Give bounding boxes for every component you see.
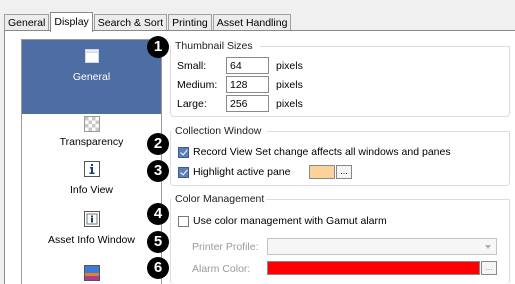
record-view-label: Record View Set change affects all windo…	[193, 146, 451, 158]
large-size-input[interactable]	[226, 95, 269, 112]
sidebar-item-general[interactable]: General	[22, 40, 161, 114]
chevron-down-icon	[485, 245, 491, 249]
highlight-label: Highlight active pane	[193, 166, 291, 178]
medium-unit: pixels	[276, 79, 303, 91]
tab-asset-handling[interactable]: Asset Handling	[212, 14, 292, 31]
tab-display[interactable]: Display	[50, 12, 93, 32]
alarm-color-button[interactable]: ...	[481, 261, 497, 275]
record-view-row[interactable]: Record View Set change affects all windo…	[178, 146, 451, 158]
callout-badge: 1	[147, 36, 169, 58]
callout-badge: 3	[147, 160, 169, 182]
tab-printing[interactable]: Printing	[168, 14, 212, 31]
sidebar-item-asset-info-window[interactable]: Asset Info Window	[22, 210, 161, 252]
small-unit: pixels	[276, 60, 303, 72]
image-icon	[83, 264, 101, 284]
thumbnail-sizes-group	[170, 46, 510, 117]
sidebar-item-label: Info View	[70, 184, 113, 196]
tab-general[interactable]: General	[4, 14, 50, 31]
highlight-row[interactable]: Highlight active pane	[178, 166, 290, 178]
large-label: Large:	[177, 98, 207, 110]
asset-info-icon	[83, 210, 101, 231]
alarm-color-label: Alarm Color:	[192, 263, 251, 275]
checkerboard-icon	[83, 116, 100, 135]
alarm-color-swatch[interactable]	[267, 261, 480, 275]
info-icon	[83, 160, 101, 181]
callout-badge: 2	[147, 133, 169, 155]
medium-size-input[interactable]	[226, 76, 269, 93]
highlight-color-button[interactable]: ...	[336, 165, 352, 179]
small-size-input[interactable]	[226, 57, 269, 74]
sidebar-item-image[interactable]	[22, 264, 161, 284]
medium-label: Medium:	[177, 79, 218, 91]
sidebar-item-label: General	[72, 71, 111, 83]
sidebar-item-transparency[interactable]: Transparency	[22, 116, 161, 158]
sidebar-item-info-view[interactable]: Info View	[22, 160, 161, 202]
gamut-row[interactable]: Use color management with Gamut alarm	[178, 215, 387, 227]
tab-search-sort[interactable]: Search & Sort	[93, 14, 168, 31]
category-list: General Transparency Info View Asset Inf…	[21, 39, 162, 284]
callout-badge: 4	[147, 203, 169, 225]
gamut-checkbox[interactable]	[178, 215, 189, 227]
callout-badge: 5	[147, 231, 169, 253]
highlight-color-swatch[interactable]	[309, 165, 335, 179]
highlight-checkbox[interactable]	[178, 166, 189, 178]
gamut-label: Use color management with Gamut alarm	[193, 215, 387, 227]
window-icon	[84, 48, 100, 67]
printer-profile-label: Printer Profile:	[192, 241, 259, 253]
printer-profile-select[interactable]	[267, 238, 497, 255]
callout-badge: 6	[147, 257, 169, 279]
small-label: Small:	[177, 60, 207, 72]
sidebar-item-label: Asset Info Window	[48, 234, 135, 246]
record-view-checkbox[interactable]	[178, 146, 189, 158]
sidebar-item-label: Transparency	[59, 136, 124, 148]
tab-bar: General Display Search & Sort Printing A…	[4, 11, 292, 32]
large-unit: pixels	[276, 98, 303, 110]
